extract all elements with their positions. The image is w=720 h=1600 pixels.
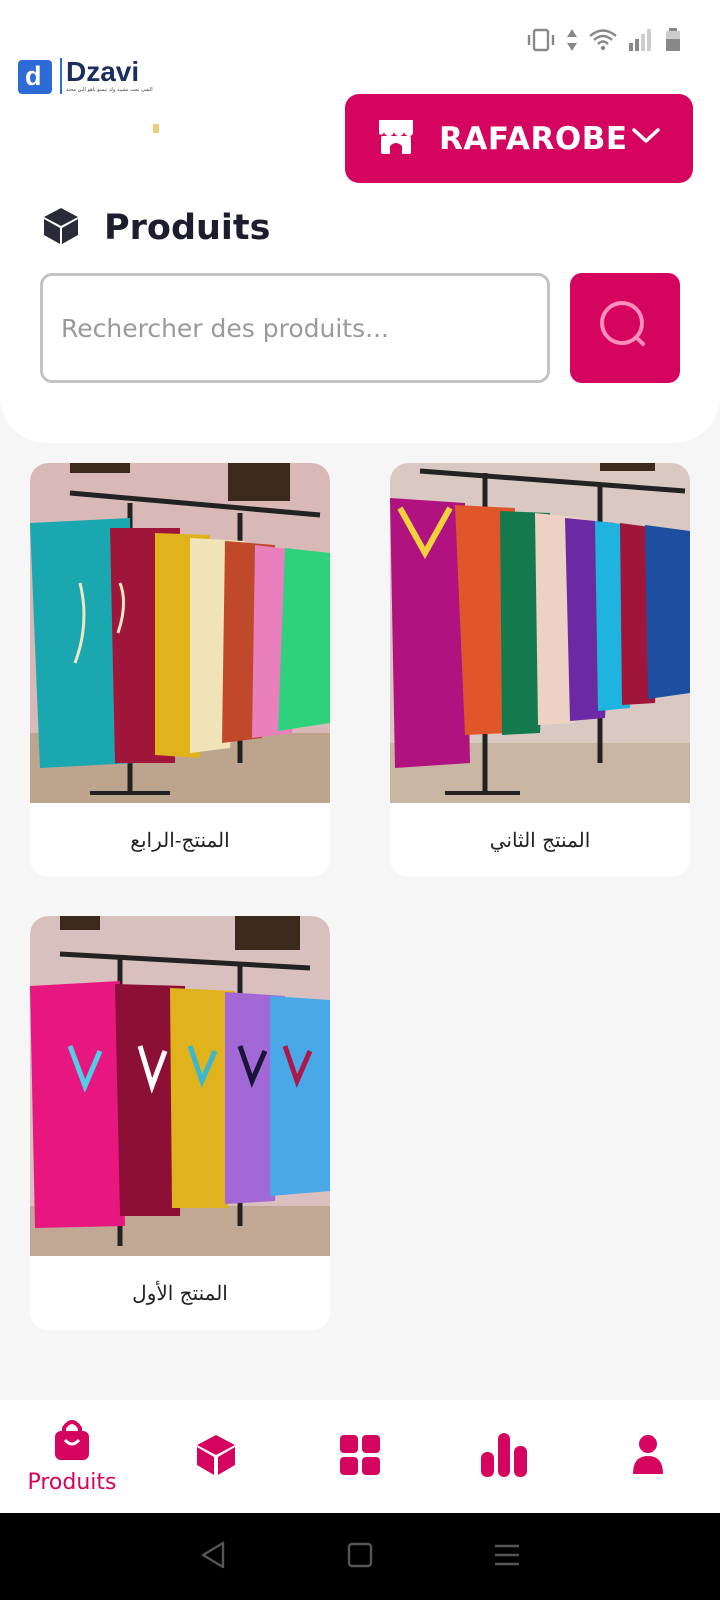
- box-icon: [195, 1433, 237, 1481]
- nav-label-products: Produits: [27, 1470, 117, 1495]
- bottom-nav: Produits: [0, 1400, 720, 1513]
- cube-icon: [42, 206, 80, 250]
- product-card[interactable]: المنتج-الرابع: [30, 463, 330, 877]
- page-title: Produits: [42, 206, 271, 250]
- logo-mark: d: [18, 60, 52, 94]
- nav-item-categories[interactable]: [288, 1400, 432, 1513]
- signal-icon: [628, 28, 654, 52]
- back-icon[interactable]: [199, 1540, 227, 1574]
- nav-item-products[interactable]: Produits: [0, 1400, 144, 1513]
- status-bar: [526, 22, 682, 58]
- product-image: [30, 916, 330, 1256]
- bar-chart-icon: [480, 1432, 528, 1482]
- page-title-text: Produits: [104, 208, 271, 248]
- logo-tagline: الشي نحت نشيبه وك تيسو باهو الين محنة: [66, 87, 153, 93]
- shopping-bag-icon: [52, 1418, 92, 1466]
- chevron-down-icon: [631, 126, 661, 150]
- recents-menu-icon[interactable]: [493, 1542, 521, 1572]
- grid-icon: [339, 1434, 381, 1480]
- decorative-dot: [153, 124, 159, 133]
- product-image: [30, 463, 330, 803]
- system-navigation-bar: [0, 1513, 720, 1600]
- product-name: المنتج الأول: [132, 1281, 228, 1305]
- battery-icon: [664, 27, 682, 53]
- data-transfer-icon: [566, 27, 578, 53]
- product-name: المنتج الثاني: [489, 828, 591, 852]
- store-name: RAFAROBE: [439, 120, 628, 157]
- product-image: [390, 463, 690, 803]
- search-icon: [597, 298, 653, 358]
- nav-item-profile[interactable]: [576, 1400, 720, 1513]
- nav-item-catalog[interactable]: [144, 1400, 288, 1513]
- wifi-icon: [588, 28, 618, 52]
- store-icon: [375, 116, 417, 162]
- nav-item-statistics[interactable]: [432, 1400, 576, 1513]
- vibrate-icon: [526, 27, 556, 53]
- app-logo: d Dzavi الشي نحت نشيبه وك تيسو باهو الين…: [18, 58, 153, 94]
- home-icon[interactable]: [346, 1541, 374, 1573]
- logo-name: Dzavi: [66, 56, 140, 87]
- user-icon: [632, 1434, 664, 1480]
- product-card[interactable]: المنتج الأول: [30, 916, 330, 1330]
- store-selector-button[interactable]: RAFAROBE: [345, 94, 693, 183]
- product-name: المنتج-الرابع: [130, 828, 230, 852]
- search-button[interactable]: [570, 273, 680, 383]
- product-card[interactable]: المنتج الثاني: [390, 463, 690, 877]
- search-input[interactable]: [40, 273, 550, 383]
